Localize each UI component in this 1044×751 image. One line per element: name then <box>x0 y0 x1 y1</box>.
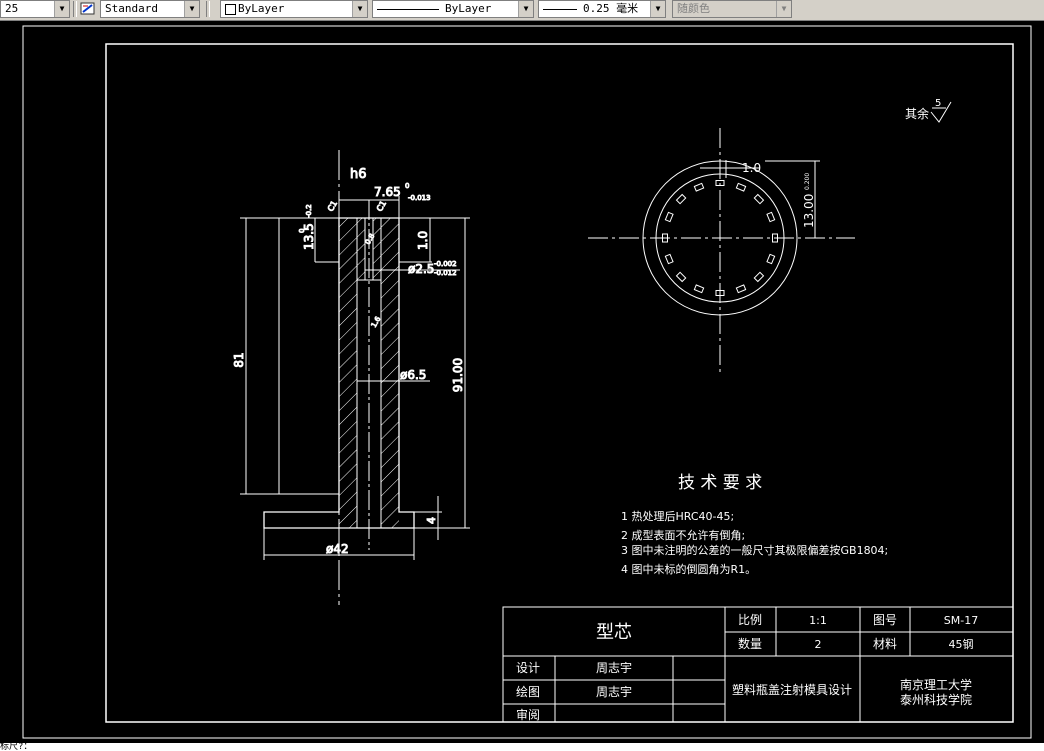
roughness-label: 其余 <box>905 106 929 121</box>
dim-13-00-tol: 0.200 <box>804 173 811 190</box>
properties-toolbar: 25 ▼ Standard ▼ ByLayer ▼ ByLayer ▼ 0.25… <box>0 0 1044 21</box>
school-line-2: 泰州科技学院 <box>900 692 972 707</box>
school-line-1: 南京理工大学 <box>900 677 972 692</box>
dim-d2-5-tol-dn: -0.012 <box>434 269 457 277</box>
project-name: 塑料瓶盖注射模具设计 <box>732 682 852 697</box>
part-name: 型芯 <box>596 622 632 643</box>
dim-1-0-vertical: 1.0 <box>416 231 430 250</box>
review-label: 审阅 <box>516 707 540 722</box>
dim-4: 4 <box>425 517 438 524</box>
chevron-down-icon[interactable]: ▼ <box>54 1 69 17</box>
toolbar-separator <box>206 1 210 17</box>
linetype-combo[interactable]: ByLayer ▼ <box>372 0 534 18</box>
dim-chamfer-2: C1 <box>375 199 388 213</box>
dimension-style-icon[interactable] <box>80 1 96 17</box>
tech-req-item-1: 1 热处理后HRC40-45; <box>621 510 734 523</box>
linetype-sample-icon <box>377 9 439 10</box>
draw-label: 绘图 <box>516 684 540 699</box>
title-block-text: 型芯 比例 1:1 图号 SM-17 数量 2 材料 45钢 设计 周志宇 绘图… <box>516 613 978 722</box>
chevron-down-icon[interactable]: ▼ <box>776 1 791 17</box>
text-style-combo[interactable]: 25 ▼ <box>0 0 70 18</box>
technical-requirements: 技 术 要 求 1 热处理后HRC40-45; 2 成型表面不允许有倒角; 3 … <box>621 473 888 576</box>
roughness-note: 其余 5 <box>905 98 952 123</box>
qty-label: 数量 <box>738 636 762 651</box>
linetype-value: ByLayer <box>445 2 492 15</box>
tech-req-item-3: 3 图中未注明的公差的一般尺寸其极限偏差按GB1804; <box>621 543 888 557</box>
ring-slot <box>766 211 776 223</box>
drawing-canvas[interactable]: 81 13.5 0 -0.2 h6 7.65 0 -0.013 C1 C1 0.… <box>0 21 1044 743</box>
dim-d2-5: ø2.5 <box>408 262 434 276</box>
ring-slot <box>693 284 705 294</box>
ring-slot <box>735 284 747 294</box>
dim-13-5-tol-dn: -0.2 <box>305 204 313 218</box>
tech-req-title: 技 术 要 求 <box>678 473 762 493</box>
dim-7-65-tol-dn: -0.013 <box>408 194 431 202</box>
lineweight-sample-icon <box>543 9 577 10</box>
ring-slot <box>664 253 674 265</box>
drawing-svg: 81 13.5 0 -0.2 h6 7.65 0 -0.013 C1 C1 0.… <box>22 25 1032 739</box>
dim-chamfer-1: C1 <box>326 199 339 213</box>
dim-d6-5: ø6.5 <box>400 368 426 382</box>
ring-slot <box>753 271 765 283</box>
dim-top-1-0: 1.0 <box>742 161 761 175</box>
design-value: 周志宇 <box>596 661 632 675</box>
scale-label: 比例 <box>738 613 762 627</box>
chevron-down-icon[interactable]: ▼ <box>518 1 533 17</box>
dim-d2-5-tol-up: -0.002 <box>434 260 457 268</box>
qty-value: 2 <box>815 638 822 651</box>
dim-13-00: 13.00 <box>802 194 816 228</box>
roughness-value: 5 <box>935 98 941 109</box>
chevron-down-icon[interactable]: ▼ <box>352 1 367 17</box>
sheet-outer-border <box>22 25 1032 739</box>
design-label: 设计 <box>516 661 540 675</box>
top-view <box>588 128 855 372</box>
lineweight-value: 0.25 毫米 <box>583 2 639 15</box>
tech-req-item-4: 4 图中未标的倒圆角为R1。 <box>621 562 756 576</box>
drawing-no-value: SM-17 <box>944 614 978 627</box>
dim-13-5-tol-up: 0 <box>298 229 306 233</box>
chevron-down-icon[interactable]: ▼ <box>650 1 665 17</box>
color-combo[interactable]: ByLayer ▼ <box>220 0 368 18</box>
dimension-style-combo[interactable]: Standard ▼ <box>100 0 200 18</box>
ring-slot <box>693 182 705 192</box>
top-view-dims: 1.0 13.00 0.200 <box>742 161 816 228</box>
text-style-value: 25 <box>5 2 19 15</box>
lineweight-combo[interactable]: 0.25 毫米 ▼ <box>538 0 666 18</box>
ring-slot <box>766 253 776 265</box>
material-value: 45钢 <box>949 638 974 651</box>
dim-13-5: 13.5 <box>302 223 316 250</box>
ring-slot <box>753 193 765 205</box>
dim-d42: ø42 <box>326 542 349 556</box>
ring-slot <box>735 182 747 192</box>
dim-81: 81 <box>232 352 246 367</box>
plot-style-value: 随颜色 <box>677 2 710 15</box>
dim-91-00: 91.00 <box>451 358 465 392</box>
dim-7-65-tol-up: 0 <box>405 182 409 190</box>
drawing-no-label: 图号 <box>873 613 897 627</box>
dim-7-65: 7.65 <box>374 185 401 199</box>
command-line[interactable]: 标尺?： <box>0 743 1044 751</box>
color-swatch-icon <box>225 4 236 15</box>
material-label: 材料 <box>873 637 897 651</box>
ring-slot <box>664 211 674 223</box>
chevron-down-icon[interactable]: ▼ <box>184 1 199 17</box>
color-value: ByLayer <box>238 2 285 15</box>
tech-req-item-2: 2 成型表面不允许有倒角; <box>621 528 745 542</box>
plot-style-combo[interactable]: 随颜色 ▼ <box>672 0 792 18</box>
scale-value: 1:1 <box>809 614 827 627</box>
ring-slot <box>675 193 687 205</box>
dim-h6: h6 <box>350 167 367 182</box>
dimension-style-value: Standard <box>105 2 158 15</box>
ring-slot <box>675 271 687 283</box>
command-line-text: 标尺?： <box>0 743 33 751</box>
toolbar-separator <box>73 1 77 17</box>
draw-value: 周志宇 <box>596 685 632 699</box>
